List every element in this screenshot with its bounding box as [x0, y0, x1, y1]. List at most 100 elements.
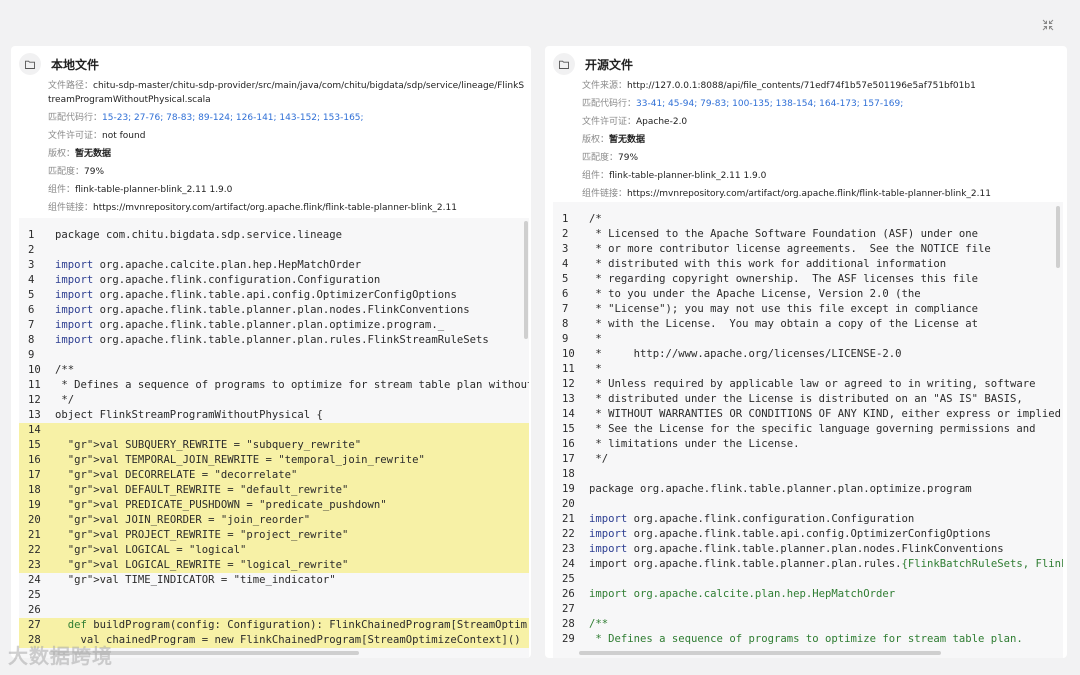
code-line: 12 * Unless required by applicable law o…: [553, 377, 1063, 392]
code-text: * with the License. You may obtain a cop…: [589, 318, 979, 330]
line-number: 3: [28, 259, 35, 271]
code-line: 14: [19, 423, 529, 438]
code-line: 3 import org.apache.calcite.plan.hep.HepM…: [19, 258, 529, 273]
meta-row: 版权：暂无数据: [582, 131, 1061, 149]
line-number: 8: [28, 334, 35, 346]
line-number: 10: [562, 348, 575, 360]
code-line: 13 object FlinkStreamProgramWithoutPhysic…: [19, 408, 529, 423]
meta-row: 组件：flink-table-planner-blink_2.11 1.9.0: [48, 181, 525, 199]
code-text: import org.apache.flink.table.planner.pl…: [589, 558, 1063, 570]
horizontal-scrollbar[interactable]: [579, 651, 941, 655]
line-number: 9: [28, 349, 35, 361]
meta-value: 暂无数据: [609, 135, 646, 145]
code-line: 11 * Defines a sequence of programs to o…: [19, 378, 529, 393]
code-text: * "License"); you may not use this file …: [589, 303, 979, 315]
panel-header: 开源文件: [553, 52, 633, 76]
line-number: 14: [28, 424, 41, 436]
code-text: package com.chitu.bigdata.sdp.service.li…: [55, 229, 343, 241]
code-line: 21 "gr">val PROJECT_REWRITE = "project_r…: [19, 528, 529, 543]
folder-icon: [19, 53, 41, 75]
code-text: import org.apache.flink.table.planner.pl…: [55, 304, 470, 316]
code-viewer[interactable]: 1 /* 2 * Licensed to the Apache Software F…: [553, 202, 1063, 658]
code-text: * Defines a sequence of programs to opti…: [55, 379, 529, 391]
code-line: 6 * to you under the Apache License, Ver…: [553, 287, 1063, 302]
code-text: import org.apache.flink.table.planner.pl…: [55, 334, 489, 346]
line-number: 2: [28, 244, 35, 256]
line-number: 15: [562, 423, 575, 435]
code-text: * distributed with this work for additio…: [589, 258, 947, 270]
meta-value: flink-table-planner-blink_2.11 1.9.0: [75, 185, 233, 195]
code-text: * distributed under the License is distr…: [589, 393, 1023, 405]
code-text: "gr">val DECORRELATE = "decorrelate": [67, 469, 298, 481]
line-number: 22: [28, 544, 41, 556]
line-number: 19: [28, 499, 41, 511]
code-text: */: [589, 453, 609, 465]
code-text: "gr">val LOGICAL = "logical": [67, 544, 247, 556]
code-text: * limitations under the License.: [589, 438, 800, 450]
meta-row: 文件许可证：not found: [48, 127, 525, 145]
line-number: 17: [562, 453, 575, 465]
code-line: 8 * with the License. You may obtain a c…: [553, 317, 1063, 332]
line-number: 11: [562, 363, 575, 375]
collapse-icon[interactable]: [1041, 19, 1055, 33]
code-text: * or more contributor license agreements…: [589, 243, 991, 255]
vertical-scrollbar[interactable]: [524, 221, 528, 339]
line-number: 10: [28, 364, 41, 376]
line-number: 2: [562, 228, 569, 240]
meta-key: 匹配代码行：: [48, 113, 103, 123]
code-line: 19 package org.apache.flink.table.planner…: [553, 482, 1063, 497]
code-line: 13 * distributed under the License is di…: [553, 392, 1063, 407]
code-line: 20 "gr">val JOIN_REORDER = "join_reorder…: [19, 513, 529, 528]
line-number: 24: [562, 558, 575, 570]
vertical-scrollbar[interactable]: [1056, 206, 1060, 268]
code-text: /**: [589, 618, 609, 630]
code-line: 16 * limitations under the License.: [553, 437, 1063, 452]
code-line: 24 "gr">val TIME_INDICATOR = "time_indic…: [19, 573, 529, 588]
meta-row: 文件许可证：Apache-2.0: [582, 113, 1061, 131]
meta-key: 文件许可证：: [48, 131, 103, 141]
line-number: 24: [28, 574, 41, 586]
line-number: 14: [562, 408, 575, 420]
line-number: 26: [28, 604, 41, 616]
code-line: 23 "gr">val LOGICAL_REWRITE = "logical_r…: [19, 558, 529, 573]
code-line: 7 import org.apache.flink.table.planner.p…: [19, 318, 529, 333]
local-file-panel: 本地文件 文件路径：chitu-sdp-master/chitu-sdp-pro…: [11, 46, 531, 658]
code-text: *: [589, 333, 602, 345]
code-line: 10 /**: [19, 363, 529, 378]
code-text: "gr">val LOGICAL_REWRITE = "logical_rewr…: [67, 559, 349, 571]
line-number: 7: [562, 303, 569, 315]
code-viewer[interactable]: 1 package com.chitu.bigdata.sdp.service.l…: [19, 218, 529, 658]
line-number: 25: [28, 589, 41, 601]
line-number: 13: [562, 393, 575, 405]
meta-row: 匹配度：79%: [582, 149, 1061, 167]
code-text: import org.apache.calcite.plan.hep.HepMa…: [589, 588, 896, 600]
line-number: 12: [562, 378, 575, 390]
meta-key: 文件路径：: [48, 81, 94, 91]
file-compare-modal: 本地文件 文件路径：chitu-sdp-master/chitu-sdp-pro…: [0, 0, 1080, 675]
file-metadata: 文件路径：chitu-sdp-master/chitu-sdp-provider…: [48, 77, 525, 217]
code-line: 25: [553, 572, 1063, 587]
code-line: 27: [553, 602, 1063, 617]
panel-header: 本地文件: [19, 52, 99, 76]
code-text: "gr">val SUBQUERY_REWRITE = "subquery_re…: [67, 439, 362, 451]
line-number: 26: [562, 588, 575, 600]
line-number: 7: [28, 319, 35, 331]
code-line: 18: [553, 467, 1063, 482]
meta-row: 组件链接：https://mvnrepository.com/artifact/…: [48, 199, 525, 217]
line-number: 13: [28, 409, 41, 421]
code-text: */: [55, 394, 75, 406]
code-line: 5 * regarding copyright ownership. The A…: [553, 272, 1063, 287]
code-text: "gr">val JOIN_REORDER = "join_reorder": [67, 514, 311, 526]
meta-key: 文件来源：: [582, 81, 628, 91]
code-line: 27 def buildProgram(config: Configuratio…: [19, 618, 529, 633]
line-number: 23: [28, 559, 41, 571]
line-number: 1: [562, 213, 569, 225]
code-line: 28 /**: [553, 617, 1063, 632]
line-number: 6: [28, 304, 35, 316]
code-line: 16 "gr">val TEMPORAL_JOIN_REWRITE = "tem…: [19, 453, 529, 468]
meta-value: flink-table-planner-blink_2.11 1.9.0: [609, 171, 767, 181]
code-text: object FlinkStreamProgramWithoutPhysical…: [55, 409, 323, 421]
meta-key: 匹配度：: [48, 167, 85, 177]
meta-key: 组件链接：: [582, 189, 628, 199]
meta-key: 匹配代码行：: [582, 99, 637, 109]
